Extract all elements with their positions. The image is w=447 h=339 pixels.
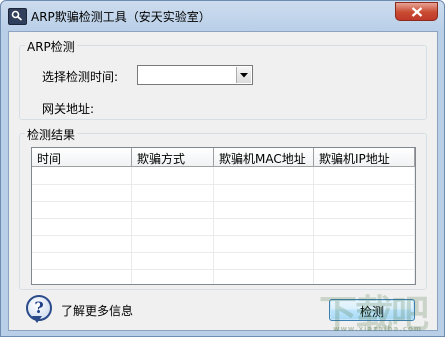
title-bar[interactable]: ARP欺骗检测工具（安天实验室）: [1, 1, 444, 31]
column-header-ip[interactable]: 欺骗机IP地址: [314, 148, 415, 167]
app-window: ARP欺骗检测工具（安天实验室） ARP检测 选择检测时间: 网关地址: 检测结…: [0, 0, 445, 337]
arp-detect-legend: ARP检测: [25, 38, 77, 55]
detect-button[interactable]: 检测: [329, 299, 415, 321]
list-body: [32, 167, 415, 284]
detect-time-label: 选择检测时间:: [42, 70, 119, 84]
window-title: ARP欺骗检测工具（安天实验室）: [31, 10, 211, 24]
gateway-label: 网关地址:: [42, 102, 95, 116]
close-icon: [411, 7, 423, 17]
column-header-method[interactable]: 欺骗方式: [132, 148, 214, 167]
column-header-time[interactable]: 时间: [32, 148, 132, 167]
result-list[interactable]: 时间 欺骗方式 欺骗机MAC地址 欺骗机IP地址: [31, 147, 416, 285]
detect-time-select[interactable]: [137, 65, 253, 85]
more-info-link[interactable]: 了解更多信息: [61, 302, 133, 319]
magnifier-icon: [8, 8, 27, 25]
dropdown-button[interactable]: [236, 67, 251, 83]
client-area: ARP检测 选择检测时间: 网关地址: 检测结果 时间 欺骗方式 欺骗机MAC地…: [8, 31, 438, 331]
chevron-down-icon: [240, 73, 248, 78]
column-header-mac[interactable]: 欺骗机MAC地址: [214, 148, 314, 167]
list-header: 时间 欺骗方式 欺骗机MAC地址 欺骗机IP地址: [32, 148, 415, 167]
detect-result-legend: 检测结果: [25, 126, 78, 143]
close-button[interactable]: [395, 2, 438, 21]
